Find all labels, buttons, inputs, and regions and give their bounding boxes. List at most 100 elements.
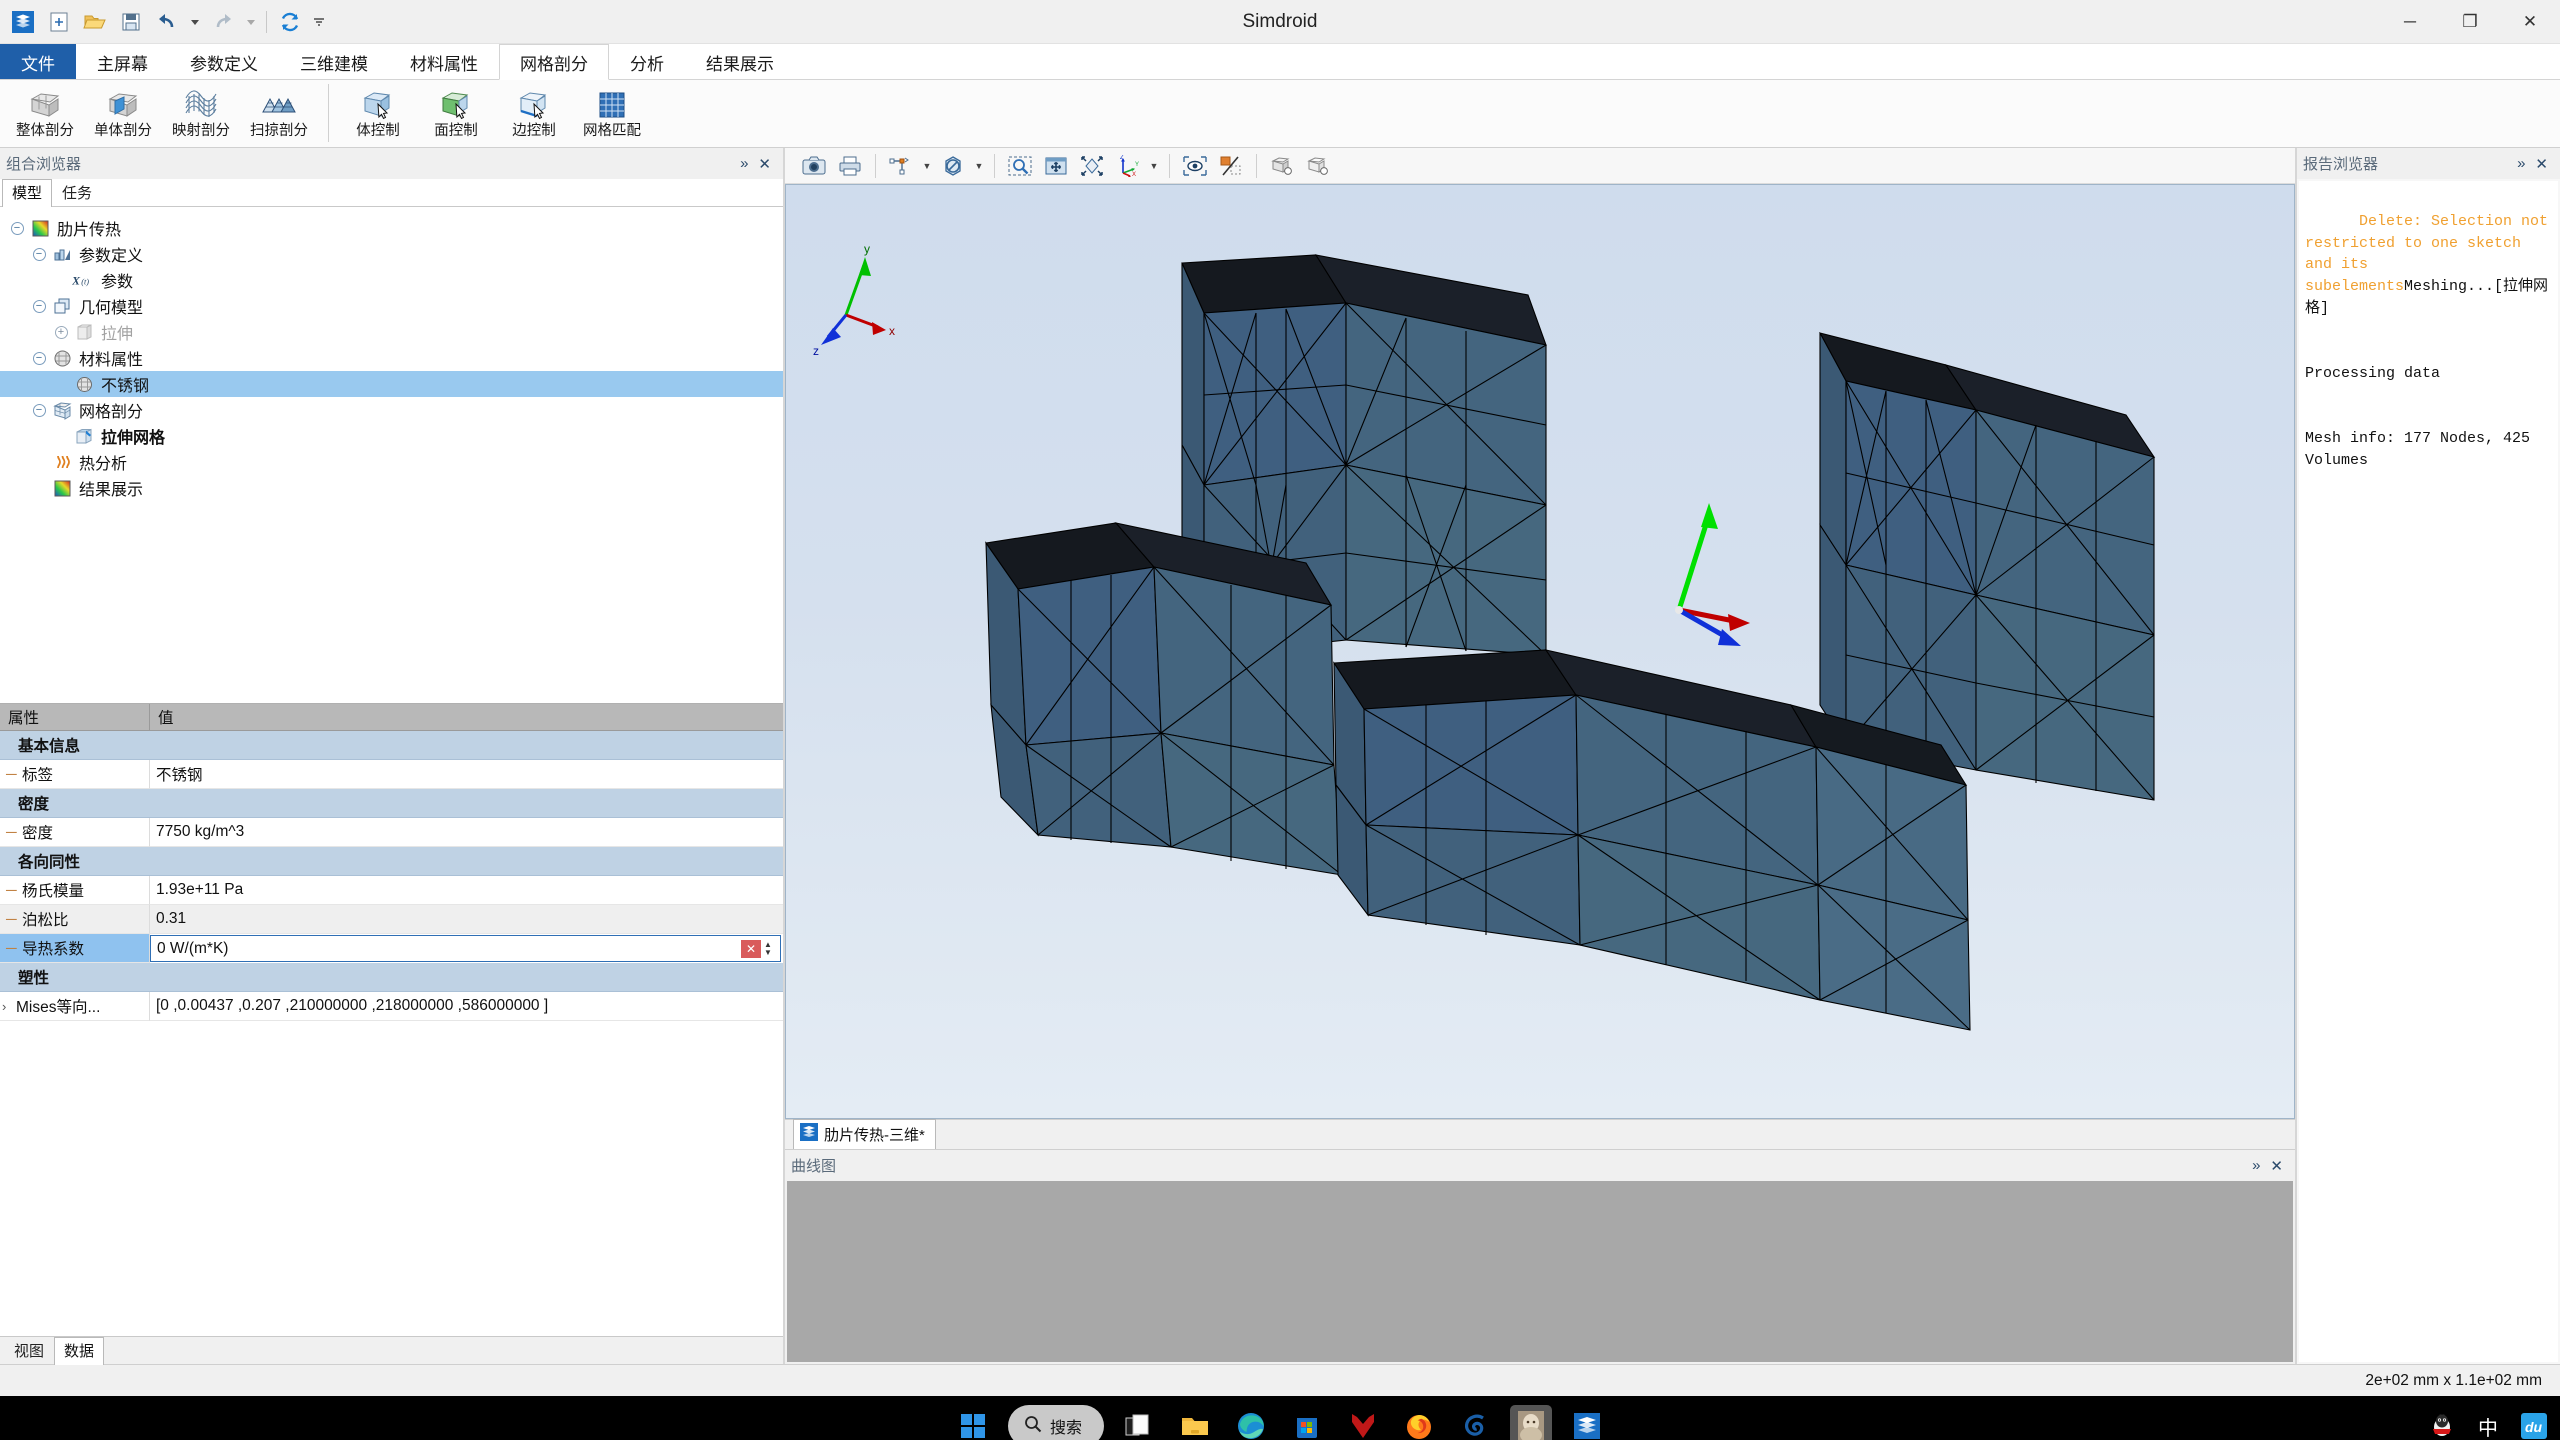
value-spinner[interactable]: ▲ ▼ (764, 940, 778, 957)
close-panel-icon[interactable]: ✕ (2535, 155, 2548, 173)
property-row-mises[interactable]: › Mises等向... [0 ,0.00437 ,0.207 ,21000000… (0, 992, 783, 1021)
screenshot-icon[interactable] (797, 151, 831, 181)
property-row-thermal-conductivity[interactable]: ─ 导热系数 0 W/(m*K) ✕ ▲ ▼ (0, 934, 783, 963)
tree-toggle-meshing[interactable]: − (28, 399, 50, 421)
tree-item-extrude-mesh[interactable]: 拉伸网格 (0, 423, 783, 449)
file-explorer-icon[interactable] (1174, 1405, 1216, 1440)
measure-dropdown-icon[interactable]: ▼ (920, 151, 934, 181)
simdroid-app-icon[interactable] (1566, 1405, 1608, 1440)
property-value-mises[interactable]: [0 ,0.00437 ,0.207 ,210000000 ,218000000… (150, 992, 783, 1021)
redo-dropdown-icon[interactable] (242, 5, 260, 39)
ribbon-tab-meshing[interactable]: 网格剖分 (499, 44, 609, 80)
volume-control-button[interactable]: 体控制 (339, 82, 417, 146)
tree-item-geometry[interactable]: − 几何模型 (0, 293, 783, 319)
tree-item-results[interactable]: 结果展示 (0, 475, 783, 501)
tree-item-root[interactable]: − 肋片传热 (0, 215, 783, 241)
property-row-youngs-modulus[interactable]: ─ 杨氏模量 1.93e+11 Pa (0, 876, 783, 905)
start-windows-icon[interactable] (952, 1405, 994, 1440)
spiral-app-icon[interactable] (1454, 1405, 1496, 1440)
whole-mesh-button[interactable]: 整体剖分 (6, 82, 84, 146)
tree-toggle-geometry[interactable]: − (28, 295, 50, 317)
ribbon-tab-parameters[interactable]: 参数定义 (169, 44, 279, 79)
edge-browser-icon[interactable] (1230, 1405, 1272, 1440)
ribbon-tab-home[interactable]: 主屏幕 (76, 44, 169, 79)
property-value-label[interactable]: 不锈钢 (150, 760, 783, 789)
viewport-tab-model[interactable]: 肋片传热-三维* (793, 1119, 936, 1149)
wireframe-view-icon[interactable] (1301, 151, 1335, 181)
property-value-poisson-ratio[interactable]: 0.31 (150, 905, 783, 934)
close-panel-icon[interactable]: ✕ (758, 155, 771, 173)
open-folder-icon[interactable] (78, 5, 112, 39)
ime-chinese-icon[interactable]: 中 (2474, 1412, 2502, 1440)
tab-data[interactable]: 数据 (54, 1337, 105, 1365)
axis-dropdown-icon[interactable]: ▼ (1147, 151, 1161, 181)
report-log[interactable]: Delete: Selection not restricted to one … (2299, 181, 2558, 1362)
single-mesh-button[interactable]: 单体剖分 (84, 82, 162, 146)
minimize-button[interactable]: ─ (2380, 0, 2440, 44)
undo-icon[interactable] (150, 5, 184, 39)
tab-view[interactable]: 视图 (4, 1337, 54, 1364)
clear-value-icon[interactable]: ✕ (741, 939, 761, 958)
collapse-panel-icon[interactable]: » (2252, 1157, 2260, 1175)
ribbon-tab-modeling[interactable]: 三维建模 (279, 44, 389, 79)
thermal-conductivity-input[interactable]: 0 W/(m*K) ✕ ▲ ▼ (150, 935, 781, 962)
ribbon-tab-file[interactable]: 文件 (0, 44, 76, 79)
face-control-button[interactable]: 面控制 (417, 82, 495, 146)
redo-icon[interactable] (206, 5, 240, 39)
edge-control-button[interactable]: 边控制 (495, 82, 573, 146)
collapse-panel-icon[interactable]: » (740, 155, 748, 173)
curve-panel-body[interactable] (787, 1181, 2293, 1362)
microsoft-store-icon[interactable] (1286, 1405, 1328, 1440)
firefox-icon[interactable] (1398, 1405, 1440, 1440)
tree-item-thermal-analysis[interactable]: 热分析 (0, 449, 783, 475)
tree-item-meshing[interactable]: − 网格剖分 (0, 397, 783, 423)
section-dropdown-icon[interactable]: ▼ (972, 151, 986, 181)
close-button[interactable]: ✕ (2500, 0, 2560, 44)
clip-plane-icon[interactable] (1214, 151, 1248, 181)
maximize-button[interactable]: ❐ (2440, 0, 2500, 44)
qq-penguin-icon[interactable] (2428, 1412, 2456, 1440)
close-panel-icon[interactable]: ✕ (2270, 1157, 2283, 1175)
property-value-density[interactable]: 7750 kg/m^3 (150, 818, 783, 847)
tree-toggle-extrude[interactable]: + (50, 321, 72, 343)
mapped-mesh-button[interactable]: 映射剖分 (162, 82, 240, 146)
pan-icon[interactable] (1039, 151, 1073, 181)
overflow-icon[interactable] (309, 5, 329, 39)
undo-dropdown-icon[interactable] (186, 5, 204, 39)
mesh-match-button[interactable]: 网格匹配 (573, 82, 651, 146)
tree-toggle-material-properties[interactable]: − (28, 347, 50, 369)
expand-mises-icon[interactable]: › (2, 999, 16, 1014)
sweep-mesh-button[interactable]: 扫掠剖分 (240, 82, 318, 146)
mcafee-icon[interactable] (1342, 1405, 1384, 1440)
tab-model[interactable]: 模型 (2, 179, 53, 207)
print-icon[interactable] (833, 151, 867, 181)
3d-viewport[interactable]: y x z (785, 184, 2295, 1119)
property-row-label[interactable]: ─ 标签 不锈钢 (0, 760, 783, 789)
property-row-density[interactable]: ─ 密度 7750 kg/m^3 (0, 818, 783, 847)
ribbon-tab-results[interactable]: 结果展示 (685, 44, 795, 79)
measure-icon[interactable] (884, 151, 918, 181)
ribbon-tab-material[interactable]: 材料属性 (389, 44, 499, 79)
mesh-model[interactable]: y x z (786, 185, 2286, 1065)
axis-view-icon[interactable]: Z YX (1111, 151, 1145, 181)
collapse-panel-icon[interactable]: » (2517, 155, 2525, 173)
photo-app-icon[interactable] (1510, 1405, 1552, 1440)
app-logo-icon[interactable] (6, 5, 40, 39)
ribbon-tab-analysis[interactable]: 分析 (609, 44, 685, 79)
property-grid[interactable]: 基本信息 ─ 标签 不锈钢 密度 ─ 密度 7750 kg/m^3 各向同性 ─… (0, 731, 783, 1336)
task-view-icon[interactable] (1118, 1405, 1160, 1440)
section-icon[interactable] (936, 151, 970, 181)
tree-item-extrude[interactable]: + 拉伸 (0, 319, 783, 345)
save-icon[interactable] (114, 5, 148, 39)
refresh-icon[interactable] (273, 5, 307, 39)
zoom-box-icon[interactable] (1003, 151, 1037, 181)
visibility-icon[interactable] (1178, 151, 1212, 181)
new-file-icon[interactable] (42, 5, 76, 39)
tree-item-parameter[interactable]: X (t) 参数 (0, 267, 783, 293)
shaded-view-icon[interactable] (1265, 151, 1299, 181)
tree-item-material-properties[interactable]: − 材料属性 (0, 345, 783, 371)
fit-view-icon[interactable] (1075, 151, 1109, 181)
baidu-icon[interactable]: du (2520, 1412, 2548, 1440)
tree-item-parameter-definition[interactable]: − 参数定义 (0, 241, 783, 267)
tree-toggle-root[interactable]: − (6, 217, 28, 239)
